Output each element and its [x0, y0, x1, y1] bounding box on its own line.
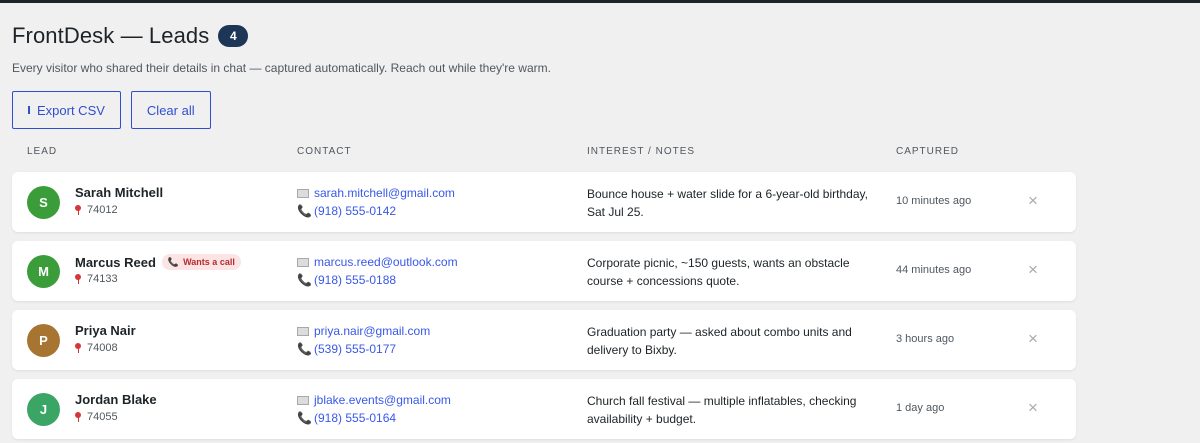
phone-icon: 📞 [297, 273, 312, 287]
lead-name: Marcus Reed 📞 Wants a call [75, 254, 241, 270]
title-row: FrontDesk — Leads 4 [12, 22, 1200, 50]
lead-zip-text: 74008 [87, 342, 118, 354]
lead-zip: 74012 [75, 204, 118, 216]
lead-zip: 74055 [75, 411, 118, 423]
lead-row: J Jordan Blake 74055 jblake.events@gmail… [12, 379, 1076, 439]
lead-email-link[interactable]: sarah.mitchell@gmail.com [297, 186, 455, 200]
lead-phone-text: (918) 555-0142 [314, 204, 397, 218]
mail-icon [297, 395, 309, 405]
export-csv-label: Export CSV [37, 102, 105, 118]
page-subtitle: Every visitor who shared their details i… [12, 61, 551, 75]
mail-icon [297, 326, 309, 336]
column-header-contact: CONTACT [297, 146, 352, 157]
avatar-initial: J [39, 402, 48, 417]
wants-call-badge: 📞 Wants a call [161, 254, 241, 270]
location-pin-icon [75, 412, 81, 422]
lead-name-text: Marcus Reed [75, 254, 156, 270]
mail-icon [297, 188, 309, 198]
lead-phone-text: (539) 555-0177 [314, 342, 397, 356]
lead-zip-text: 74055 [87, 411, 118, 423]
toolbar: Export CSV Clear all [12, 91, 1200, 129]
page-title: FrontDesk — Leads [12, 23, 210, 48]
avatar: S [27, 186, 60, 219]
lead-name: Jordan Blake [75, 392, 157, 407]
avatar: J [27, 393, 60, 426]
location-pin-icon [75, 205, 81, 215]
lead-notes: Corporate picnic, ~150 guests, wants an … [587, 256, 850, 288]
leads-list: S Sarah Mitchell 74012 sarah.mitchell@gm… [12, 172, 1076, 439]
avatar-initial: P [39, 333, 48, 348]
lead-email-text: jblake.events@gmail.com [314, 393, 451, 407]
remove-lead-button[interactable]: × [1028, 191, 1038, 211]
phone-icon: 📞 [297, 204, 312, 218]
leads-page: FrontDesk — Leads 4 Every visitor who sh… [0, 22, 1200, 439]
lead-notes: Bounce house + water slide for a 6-year-… [587, 187, 868, 219]
lead-phone-link[interactable]: 📞 (539) 555-0177 [297, 342, 396, 356]
lead-zip: 74008 [75, 342, 118, 354]
export-csv-button[interactable]: Export CSV [12, 91, 121, 129]
lead-email-text: sarah.mitchell@gmail.com [314, 186, 455, 200]
lead-name: Priya Nair [75, 323, 136, 338]
avatar: M [27, 255, 60, 288]
lead-phone-link[interactable]: 📞 (918) 555-0142 [297, 204, 396, 218]
column-headers: LEAD CONTACT INTEREST / NOTES CAPTURED [12, 146, 1200, 164]
lead-name: Sarah Mitchell [75, 185, 163, 200]
location-pin-icon [75, 274, 81, 284]
lead-captured-time: 44 minutes ago [896, 264, 972, 276]
location-pin-icon [75, 343, 81, 353]
lead-count-badge: 4 [218, 25, 249, 47]
phone-icon: 📞 [297, 411, 312, 425]
top-border [0, 0, 1200, 3]
lead-name-text: Priya Nair [75, 323, 136, 338]
avatar: P [27, 324, 60, 357]
avatar-initial: S [39, 195, 48, 210]
column-header-captured: CAPTURED [896, 146, 960, 157]
remove-lead-button[interactable]: × [1028, 398, 1038, 418]
phone-icon: 📞 [167, 256, 180, 267]
remove-lead-button[interactable]: × [1028, 329, 1038, 349]
lead-email-link[interactable]: jblake.events@gmail.com [297, 393, 451, 407]
lead-zip: 74133 [75, 273, 118, 285]
lead-row: P Priya Nair 74008 priya.nair@gmail.com … [12, 310, 1076, 370]
lead-email-link[interactable]: marcus.reed@outlook.com [297, 255, 458, 269]
column-header-lead: LEAD [27, 146, 58, 157]
lead-notes: Church fall festival — multiple inflatab… [587, 394, 857, 426]
lead-zip-text: 74133 [87, 273, 118, 285]
lead-row: S Sarah Mitchell 74012 sarah.mitchell@gm… [12, 172, 1076, 232]
lead-phone-text: (918) 555-0188 [314, 273, 397, 287]
lead-name-text: Sarah Mitchell [75, 185, 164, 200]
lead-phone-link[interactable]: 📞 (918) 555-0164 [297, 411, 396, 425]
lead-captured-time: 10 minutes ago [896, 195, 972, 207]
remove-lead-button[interactable]: × [1028, 260, 1038, 280]
lead-zip-text: 74012 [87, 204, 118, 216]
lead-phone-link[interactable]: 📞 (918) 555-0188 [297, 273, 396, 287]
wants-call-label: Wants a call [183, 257, 235, 267]
avatar-initial: M [38, 264, 49, 279]
phone-icon: 📞 [297, 342, 312, 356]
download-icon [28, 106, 30, 114]
lead-row: M Marcus Reed 📞 Wants a call 74133 marcus… [12, 241, 1076, 301]
lead-phone-text: (918) 555-0164 [314, 411, 397, 425]
lead-name-text: Jordan Blake [75, 392, 157, 407]
column-header-interest: INTEREST / NOTES [587, 146, 696, 157]
lead-email-text: marcus.reed@outlook.com [314, 255, 458, 269]
lead-email-text: priya.nair@gmail.com [314, 324, 431, 338]
clear-all-button[interactable]: Clear all [130, 91, 211, 129]
lead-notes: Graduation party — asked about combo uni… [587, 325, 852, 357]
clear-all-label: Clear all [146, 102, 195, 118]
lead-captured-time: 3 hours ago [896, 333, 955, 345]
lead-captured-time: 1 day ago [896, 402, 945, 414]
lead-email-link[interactable]: priya.nair@gmail.com [297, 324, 430, 338]
mail-icon [297, 257, 309, 267]
